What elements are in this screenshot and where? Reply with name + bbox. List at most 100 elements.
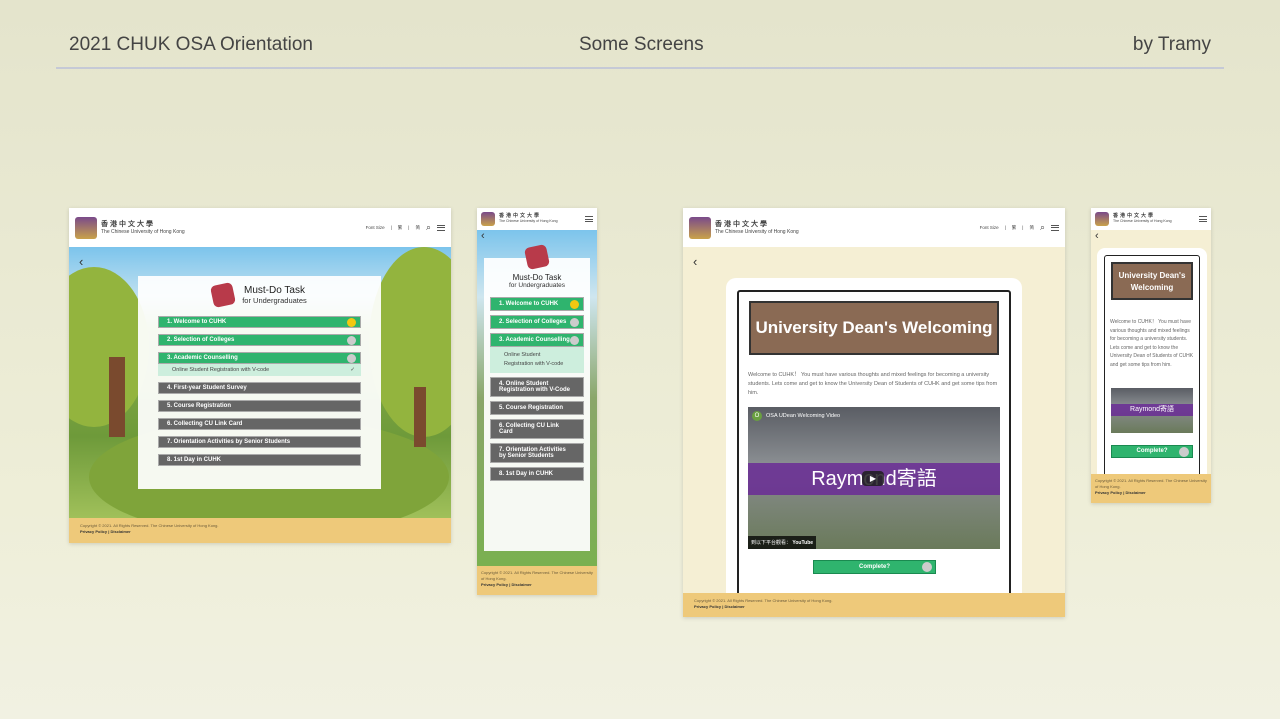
desktop-mustdo-screen: 香港中文大學 The Chinese University of Hong Kon… — [69, 208, 451, 543]
task-item[interactable]: 4. First-year Student Survey — [158, 382, 361, 394]
subtask-label: Online Student Registration with V-code — [504, 352, 564, 367]
menu-icon[interactable] — [437, 224, 445, 231]
cuhk-logo[interactable] — [481, 212, 495, 226]
task-label: 3. Academic Counselling — [499, 337, 570, 343]
check-icon: ✓ — [350, 367, 355, 373]
task-item[interactable]: 7. Orientation Activities by Senior Stud… — [158, 436, 361, 448]
back-chevron-icon[interactable]: ‹ — [1095, 230, 1099, 242]
task-item[interactable]: 7. Orientation Activities by Senior Stud… — [490, 443, 584, 463]
progress-dot-icon — [570, 317, 579, 327]
footer-links[interactable]: Privacy Policy | Disclaimer — [80, 529, 131, 534]
subtask-item[interactable]: Online Student Registration with V-code ✓ — [158, 364, 361, 376]
search-icon[interactable]: ⌕ — [1040, 222, 1045, 233]
site-name-en: The Chinese University of Hong Kong — [499, 219, 558, 223]
task-list: 1. Welcome to CUHK 2. Selection of Colleg… — [490, 297, 584, 481]
progress-dot-active-icon — [570, 299, 579, 309]
task-label: 3. Academic Counselling — [167, 355, 238, 361]
task-label: 4. Online Student Registration with V-Co… — [499, 381, 571, 393]
youtube-video[interactable]: O OSA UDean Welcoming Video Raymond寄語 ▶ … — [748, 407, 1000, 549]
task-item[interactable]: 2. Selection of Colleges — [158, 334, 361, 346]
mobile-mustdo-screen: 香港中文大學 The Chinese University of Hong Kon… — [477, 208, 597, 595]
task-item[interactable]: 6. Collecting CU Link Card — [490, 419, 584, 439]
task-item[interactable]: 4. Online Student Registration with V-Co… — [490, 377, 584, 397]
subtask-label: Online Student Registration with V-code — [172, 367, 270, 373]
task-label: 7. Orientation Activities by Senior Stud… — [167, 439, 291, 445]
task-list: 1. Welcome to CUHK 2. Selection of Colleg… — [158, 316, 361, 466]
dice-icon — [210, 281, 237, 309]
youtube-logo[interactable]: YouTube — [792, 540, 813, 546]
task-label: 4. First-year Student Survey — [167, 385, 247, 391]
slide-author: by Tramy — [1132, 34, 1211, 55]
complete-toggle-icon — [1179, 446, 1189, 457]
task-label: 6. Collecting CU Link Card — [167, 421, 243, 427]
cuhk-logo[interactable] — [1095, 212, 1109, 226]
video-title: OSA UDean Welcoming Video — [766, 413, 841, 419]
task-item[interactable]: 3. Academic Counselling — [158, 352, 361, 364]
mobile-dean-screen: 香港中文大學 The Chinese University of Hong Kon… — [1091, 208, 1211, 503]
task-item[interactable]: 6. Collecting CU Link Card — [158, 418, 361, 430]
site-name-en: The Chinese University of Hong Kong — [101, 228, 185, 235]
menu-icon[interactable] — [1051, 224, 1059, 231]
cuhk-logo[interactable] — [75, 216, 97, 239]
task-item[interactable]: 8. 1st Day in CUHK — [158, 454, 361, 466]
task-item[interactable]: 2. Selection of Colleges — [490, 315, 584, 329]
task-item[interactable]: 8. 1st Day in CUHK — [490, 467, 584, 481]
copyright: Copyright © 2021. All Rights Reserved. T… — [694, 598, 833, 603]
task-label: 8. 1st Day in CUHK — [499, 471, 554, 477]
footer-links[interactable]: Privacy Policy | Disclaimer — [694, 604, 745, 609]
lang-trad-button[interactable]: 繁 — [398, 225, 403, 231]
watch-on-label: 到以下平台觀看： — [751, 540, 792, 546]
complete-label: Complete? — [858, 564, 890, 570]
mustdo-subtitle: for Undergraduates — [508, 282, 565, 289]
dean-title: University Dean's Welcoming — [1111, 262, 1193, 300]
site-name-zh: 香港中文大學 — [101, 218, 155, 228]
dean-body: Welcome to CUHK！ You must have various t… — [748, 372, 998, 396]
menu-icon[interactable] — [1199, 216, 1207, 222]
footer-links[interactable]: Privacy Policy | Disclaimer — [481, 582, 532, 587]
progress-dot-icon — [347, 335, 356, 345]
dice-icon — [523, 243, 551, 271]
task-item[interactable]: 3. Academic Counselling — [490, 333, 584, 347]
mustdo-title: Must-Do Task — [512, 273, 562, 282]
task-label: 8. 1st Day in CUHK — [167, 457, 222, 463]
play-icon[interactable]: ▶ — [862, 471, 884, 486]
subtask-item[interactable]: Online Student Registration with V-code — [490, 347, 584, 373]
site-footer: Copyright © 2021. All Rights Reserved. T… — [69, 518, 451, 543]
video-banner: Raymond寄語 — [1111, 404, 1193, 416]
task-label: 6. Collecting CU Link Card — [499, 423, 560, 435]
task-label: 2. Selection of Colleges — [499, 319, 567, 325]
complete-button[interactable]: Complete? — [813, 560, 936, 574]
cuhk-logo[interactable] — [689, 216, 711, 239]
youtube-video[interactable]: Raymond寄語 — [1111, 388, 1193, 433]
copyright: Copyright © 2021. All Rights Reserved. T… — [1095, 478, 1207, 489]
progress-dot-active-icon — [347, 317, 356, 327]
search-icon[interactable]: ⌕ — [426, 222, 431, 233]
site-footer: Copyright © 2021. All Rights Reserved. T… — [1091, 474, 1211, 503]
back-chevron-icon[interactable]: ‹ — [79, 254, 83, 269]
slide-title: 2021 CHUK OSA Orientation — [69, 34, 313, 55]
progress-dot-icon — [570, 335, 579, 345]
task-item[interactable]: 5. Course Registration — [490, 401, 584, 415]
task-label: 1. Welcome to CUHK — [499, 301, 559, 307]
site-name-zh: 香港中文大學 — [715, 218, 769, 228]
task-label: 1. Welcome to CUHK — [167, 319, 227, 325]
slide-subtitle: Some Screens — [579, 34, 704, 55]
back-chevron-icon[interactable]: ‹ — [481, 230, 485, 242]
copyright: Copyright © 2021. All Rights Reserved. T… — [481, 570, 593, 581]
lang-simp-button[interactable]: 简 — [1029, 225, 1034, 231]
back-chevron-icon[interactable]: ‹ — [693, 254, 697, 269]
task-item[interactable]: 1. Welcome to CUHK — [490, 297, 584, 311]
dean-body: Welcome to CUHK！ You must have various t… — [1110, 319, 1194, 368]
progress-dot-icon — [347, 353, 356, 363]
task-item[interactable]: 1. Welcome to CUHK — [158, 316, 361, 328]
footer-links[interactable]: Privacy Policy | Disclaimer — [1095, 490, 1146, 495]
task-item[interactable]: 5. Course Registration — [158, 400, 361, 412]
complete-button[interactable]: Complete? — [1111, 445, 1193, 458]
mustdo-title: Must-Do Task — [244, 285, 305, 296]
menu-icon[interactable] — [585, 216, 593, 222]
lang-simp-button[interactable]: 简 — [415, 225, 420, 231]
lang-trad-button[interactable]: 繁 — [1012, 225, 1017, 231]
site-footer: Copyright © 2021. All Rights Reserved. T… — [477, 566, 597, 595]
mustdo-subtitle: for Undergraduates — [242, 296, 307, 305]
site-name-en: The Chinese University of Hong Kong — [1113, 219, 1172, 223]
